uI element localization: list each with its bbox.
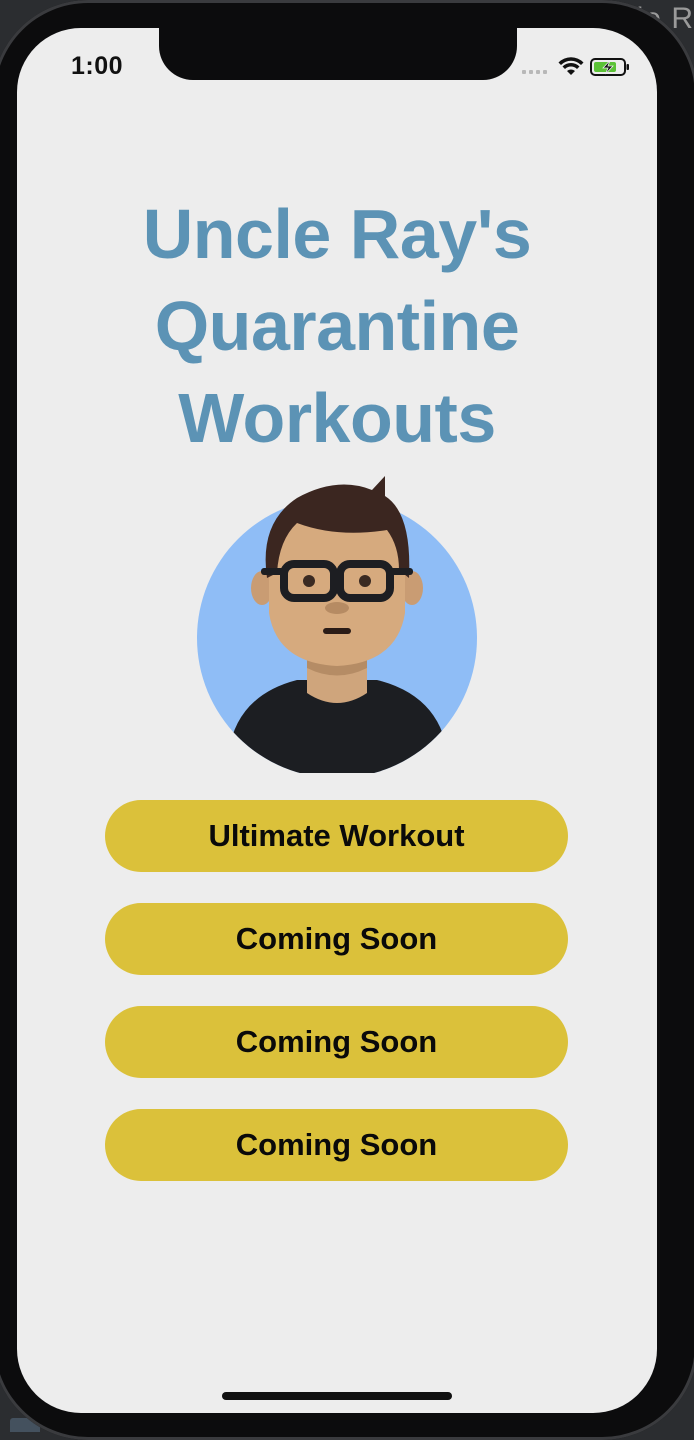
coming-soon-button-1[interactable]: Coming Soon	[105, 903, 568, 975]
app-screen: 1:00 Uncle Ray's Quarantine Workouts Ult…	[17, 28, 657, 1413]
title-line-2: Quarantine	[154, 287, 520, 365]
status-time: 1:00	[71, 52, 124, 80]
title-line-1: Uncle Ray's	[142, 195, 532, 273]
ultimate-workout-button[interactable]: Ultimate Workout	[105, 800, 568, 872]
title-line-3: Workouts	[178, 379, 496, 457]
cellular-signal-icon	[522, 70, 547, 74]
wifi-icon	[558, 57, 584, 75]
avatar	[197, 476, 477, 773]
page-title: Uncle Ray's Quarantine Workouts	[17, 188, 657, 464]
battery-charging-icon	[590, 58, 629, 76]
home-indicator[interactable]	[222, 1392, 452, 1400]
device-notch	[159, 28, 517, 80]
phone-frame: 1:00 Uncle Ray's Quarantine Workouts Ult…	[0, 0, 694, 1440]
coming-soon-button-2[interactable]: Coming Soon	[105, 1006, 568, 1078]
coming-soon-button-3[interactable]: Coming Soon	[105, 1109, 568, 1181]
